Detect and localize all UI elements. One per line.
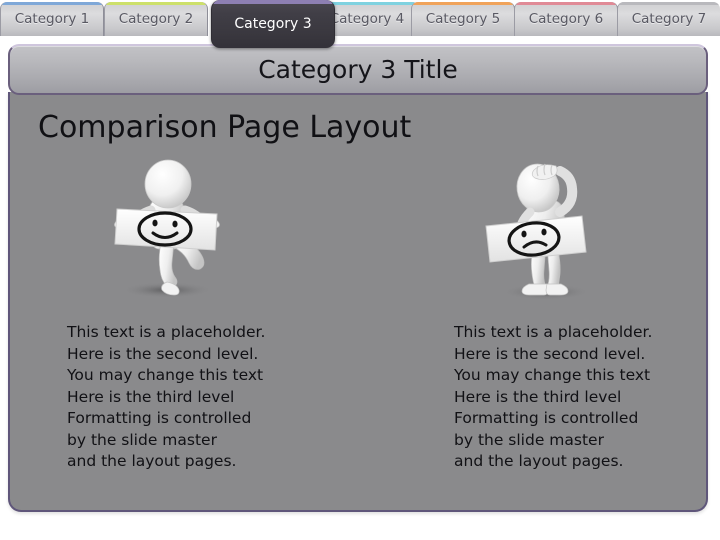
right-body-text: This text is a placeholder. Here is the … bbox=[454, 322, 652, 473]
tab-category-7[interactable]: Category 7 bbox=[617, 2, 720, 36]
tab-label-7: Category 7 bbox=[631, 11, 707, 27]
category-tab-bar: Category 1 Category 2 Category 4 Categor… bbox=[0, 0, 720, 48]
tab-label-2: Category 2 bbox=[118, 11, 194, 27]
tab-label-6: Category 6 bbox=[528, 11, 604, 27]
left-line-2: Here is the second level. bbox=[67, 344, 259, 363]
left-line-4: Here is the third level bbox=[67, 387, 235, 406]
tab-category-1[interactable]: Category 1 bbox=[0, 2, 104, 36]
figure-raised-arm bbox=[555, 166, 578, 217]
happy-figure-svg bbox=[114, 159, 220, 298]
left-line-7: and the layout pages. bbox=[67, 452, 237, 470]
right-line-1: This text is a placeholder. bbox=[454, 323, 653, 341]
tab-accent-2 bbox=[105, 2, 207, 5]
sad-figure-illustration bbox=[472, 154, 632, 304]
tab-accent-7 bbox=[618, 2, 720, 5]
left-line-6: by the slide master bbox=[67, 430, 217, 449]
slide-content-panel: Comparison Page Layout This text is a pl… bbox=[8, 92, 708, 512]
tab-category-6[interactable]: Category 6 bbox=[514, 2, 618, 36]
figure-right-foot bbox=[545, 283, 569, 296]
tab-accent-6 bbox=[515, 2, 617, 5]
left-body-text: This text is a placeholder. Here is the … bbox=[67, 322, 265, 473]
tab-accent-1 bbox=[1, 2, 103, 5]
tab-accent-3 bbox=[212, 0, 334, 4]
right-line-7: and the layout pages. bbox=[454, 452, 624, 470]
left-line-3: You may change this text bbox=[67, 366, 264, 384]
tab-category-5[interactable]: Category 5 bbox=[411, 2, 515, 36]
right-line-4: Here is the third level bbox=[454, 387, 622, 406]
slide-title: Category 3 Title bbox=[258, 55, 458, 84]
tab-category-2[interactable]: Category 2 bbox=[104, 2, 208, 36]
tab-category-3[interactable]: Category 3 bbox=[211, 0, 335, 48]
left-line-1: This text is a placeholder. bbox=[67, 323, 266, 341]
figure-left-foot bbox=[521, 283, 549, 296]
slide-title-bar: Category 3 Title bbox=[8, 44, 708, 95]
tab-label-1: Category 1 bbox=[14, 11, 90, 27]
page-heading: Comparison Page Layout bbox=[38, 110, 412, 145]
right-line-3: You may change this text bbox=[454, 366, 651, 384]
tab-accent-5 bbox=[412, 2, 514, 5]
left-line-5: Formatting is controlled bbox=[67, 409, 252, 427]
happy-figure-illustration bbox=[95, 154, 255, 304]
sad-figure-svg bbox=[485, 163, 590, 300]
figure-head bbox=[144, 159, 192, 209]
right-line-6: by the slide master bbox=[454, 430, 604, 449]
slide-canvas: Category 1 Category 2 Category 4 Categor… bbox=[0, 0, 720, 540]
right-line-2: Here is the second level. bbox=[454, 344, 646, 363]
tab-label-5: Category 5 bbox=[425, 11, 501, 27]
tab-label-4: Category 4 bbox=[329, 11, 405, 27]
tab-label-3: Category 3 bbox=[234, 16, 312, 32]
right-line-5: Formatting is controlled bbox=[454, 409, 639, 427]
